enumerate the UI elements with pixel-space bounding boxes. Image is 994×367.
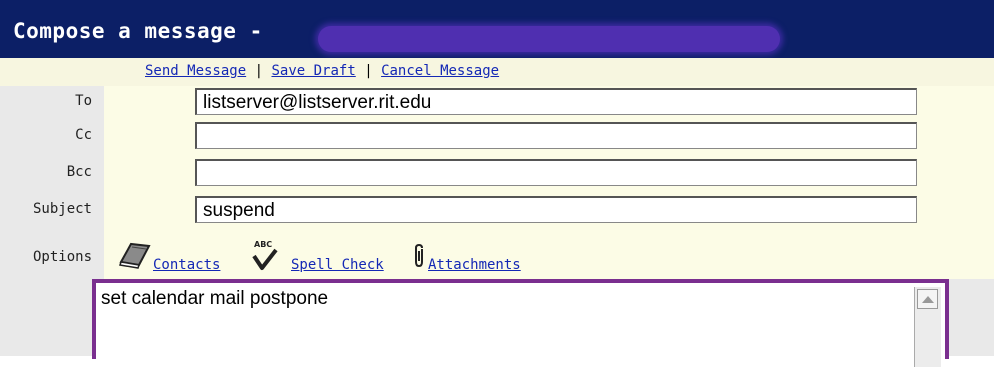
contacts-link[interactable]: Contacts [153, 257, 220, 273]
spell-check-link[interactable]: Spell Check [291, 257, 384, 273]
scroll-up-button[interactable] [917, 289, 938, 309]
cc-label: Cc [75, 127, 92, 143]
spell-check-icon-text: ABC [254, 240, 272, 249]
window-title: Compose a message - [13, 19, 263, 43]
cancel-message-link[interactable]: Cancel Message [381, 63, 499, 79]
message-body-frame: set calendar mail postpone [92, 279, 949, 367]
field-area [104, 86, 994, 286]
action-links: Send Message | Save Draft | Cancel Messa… [145, 63, 499, 79]
subject-label: Subject [32, 201, 92, 217]
to-field[interactable]: listserver@listserver.rit.edu [195, 88, 917, 115]
options-label: Options [33, 249, 93, 265]
separator: | [364, 63, 373, 79]
title-bar: Compose a message - [0, 0, 994, 58]
subject-field[interactable]: suspend [195, 196, 917, 223]
paperclip-icon[interactable] [412, 243, 426, 273]
redacted-area [318, 26, 780, 52]
cc-field[interactable] [195, 122, 917, 149]
action-bar: Send Message | Save Draft | Cancel Messa… [0, 58, 994, 86]
address-book-icon[interactable] [117, 240, 153, 274]
send-message-link[interactable]: Send Message [145, 63, 246, 79]
attachments-link[interactable]: Attachments [428, 257, 521, 273]
separator: | [254, 63, 264, 79]
spell-check-icon[interactable]: ABC [248, 238, 288, 276]
save-draft-link[interactable]: Save Draft [271, 63, 355, 79]
message-body-text: set calendar mail postpone [101, 288, 329, 309]
scrollbar[interactable] [914, 287, 941, 367]
message-body[interactable]: set calendar mail postpone [96, 283, 945, 367]
bcc-field[interactable] [195, 159, 917, 186]
right-panel [949, 279, 994, 356]
to-label: To [75, 93, 92, 109]
bcc-label: Bcc [66, 164, 92, 180]
